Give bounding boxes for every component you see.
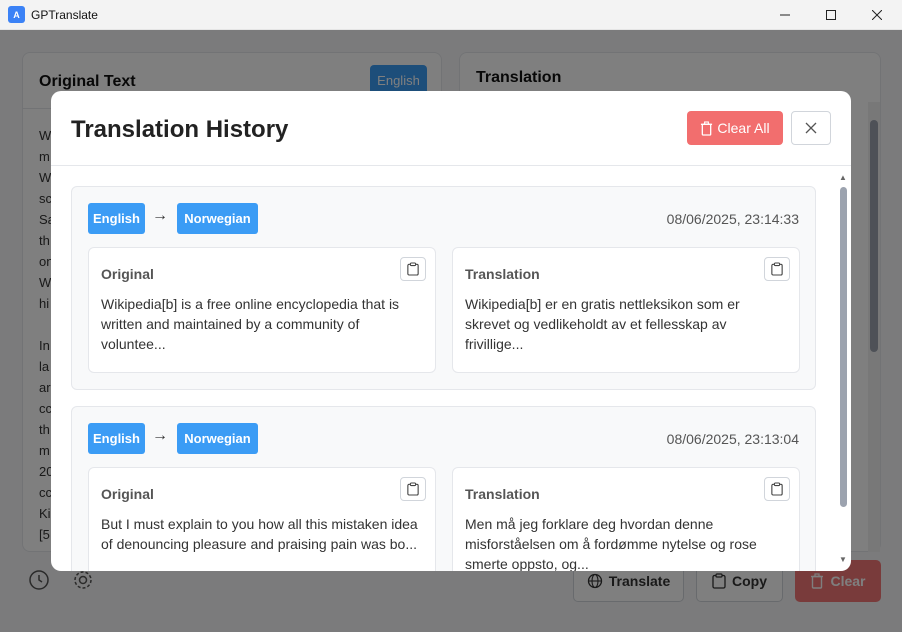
maximize-icon (826, 10, 836, 20)
arrow-right-icon: → (152, 427, 168, 444)
app-logo-icon: A (8, 6, 25, 23)
clear-all-button[interactable]: Clear All (687, 111, 783, 145)
modal-scrollbar-thumb[interactable] (840, 187, 847, 507)
history-entry: English → Norwegian 08/06/2025, 23:14:33… (71, 186, 816, 390)
target-language-badge: Norwegian (177, 423, 258, 454)
history-modal: Translation History Clear All English → … (51, 91, 851, 571)
modal-scrollbar[interactable]: ▲ ▼ (837, 173, 849, 567)
translation-text: Wikipedia[b] er en gratis nettleksikon s… (465, 296, 740, 352)
minimize-icon (780, 14, 790, 16)
clipboard-icon (771, 262, 783, 276)
original-card: Original Wikipedia[b] is a free online e… (88, 247, 436, 373)
source-language-badge: English (88, 423, 145, 454)
close-icon (805, 122, 817, 134)
trash-icon (701, 120, 713, 136)
modal-close-button[interactable] (791, 111, 831, 145)
scroll-up-icon[interactable]: ▲ (839, 173, 847, 182)
copy-translation-button[interactable] (764, 477, 790, 501)
minimize-button[interactable] (762, 0, 808, 30)
translation-card: Translation Wikipedia[b] er en gratis ne… (452, 247, 800, 373)
translation-label: Translation (465, 486, 540, 502)
source-language-badge: English (88, 203, 145, 234)
clipboard-icon (407, 482, 419, 496)
close-icon (872, 10, 882, 20)
modal-title: Translation History (71, 116, 289, 143)
original-label: Original (101, 486, 154, 502)
arrow-right-icon: → (152, 207, 168, 224)
maximize-button[interactable] (808, 0, 854, 30)
clipboard-icon (407, 262, 419, 276)
clipboard-icon (771, 482, 783, 496)
original-text: But I must explain to you how all this m… (101, 516, 418, 552)
copy-original-button[interactable] (400, 477, 426, 501)
entry-timestamp: 08/06/2025, 23:13:04 (666, 431, 799, 447)
target-language-badge: Norwegian (177, 203, 258, 234)
scroll-down-icon[interactable]: ▼ (839, 555, 847, 564)
window-close-button[interactable] (854, 0, 900, 30)
original-card: Original But I must explain to you how a… (88, 467, 436, 571)
translation-text: Men må jeg forklare deg hvordan denne mi… (465, 516, 757, 571)
original-label: Original (101, 266, 154, 282)
original-text: Wikipedia[b] is a free online encycloped… (101, 296, 400, 352)
translation-label: Translation (465, 266, 540, 282)
history-list: English → Norwegian 08/06/2025, 23:14:33… (51, 166, 851, 571)
title-bar: A GPTranslate (0, 0, 902, 30)
clear-all-label: Clear All (717, 120, 770, 136)
copy-original-button[interactable] (400, 257, 426, 281)
translation-card: Translation Men må jeg forklare deg hvor… (452, 467, 800, 571)
entry-timestamp: 08/06/2025, 23:14:33 (666, 211, 799, 227)
copy-translation-button[interactable] (764, 257, 790, 281)
history-entry: English → Norwegian 08/06/2025, 23:13:04… (71, 406, 816, 571)
window-title: GPTranslate (31, 8, 98, 22)
